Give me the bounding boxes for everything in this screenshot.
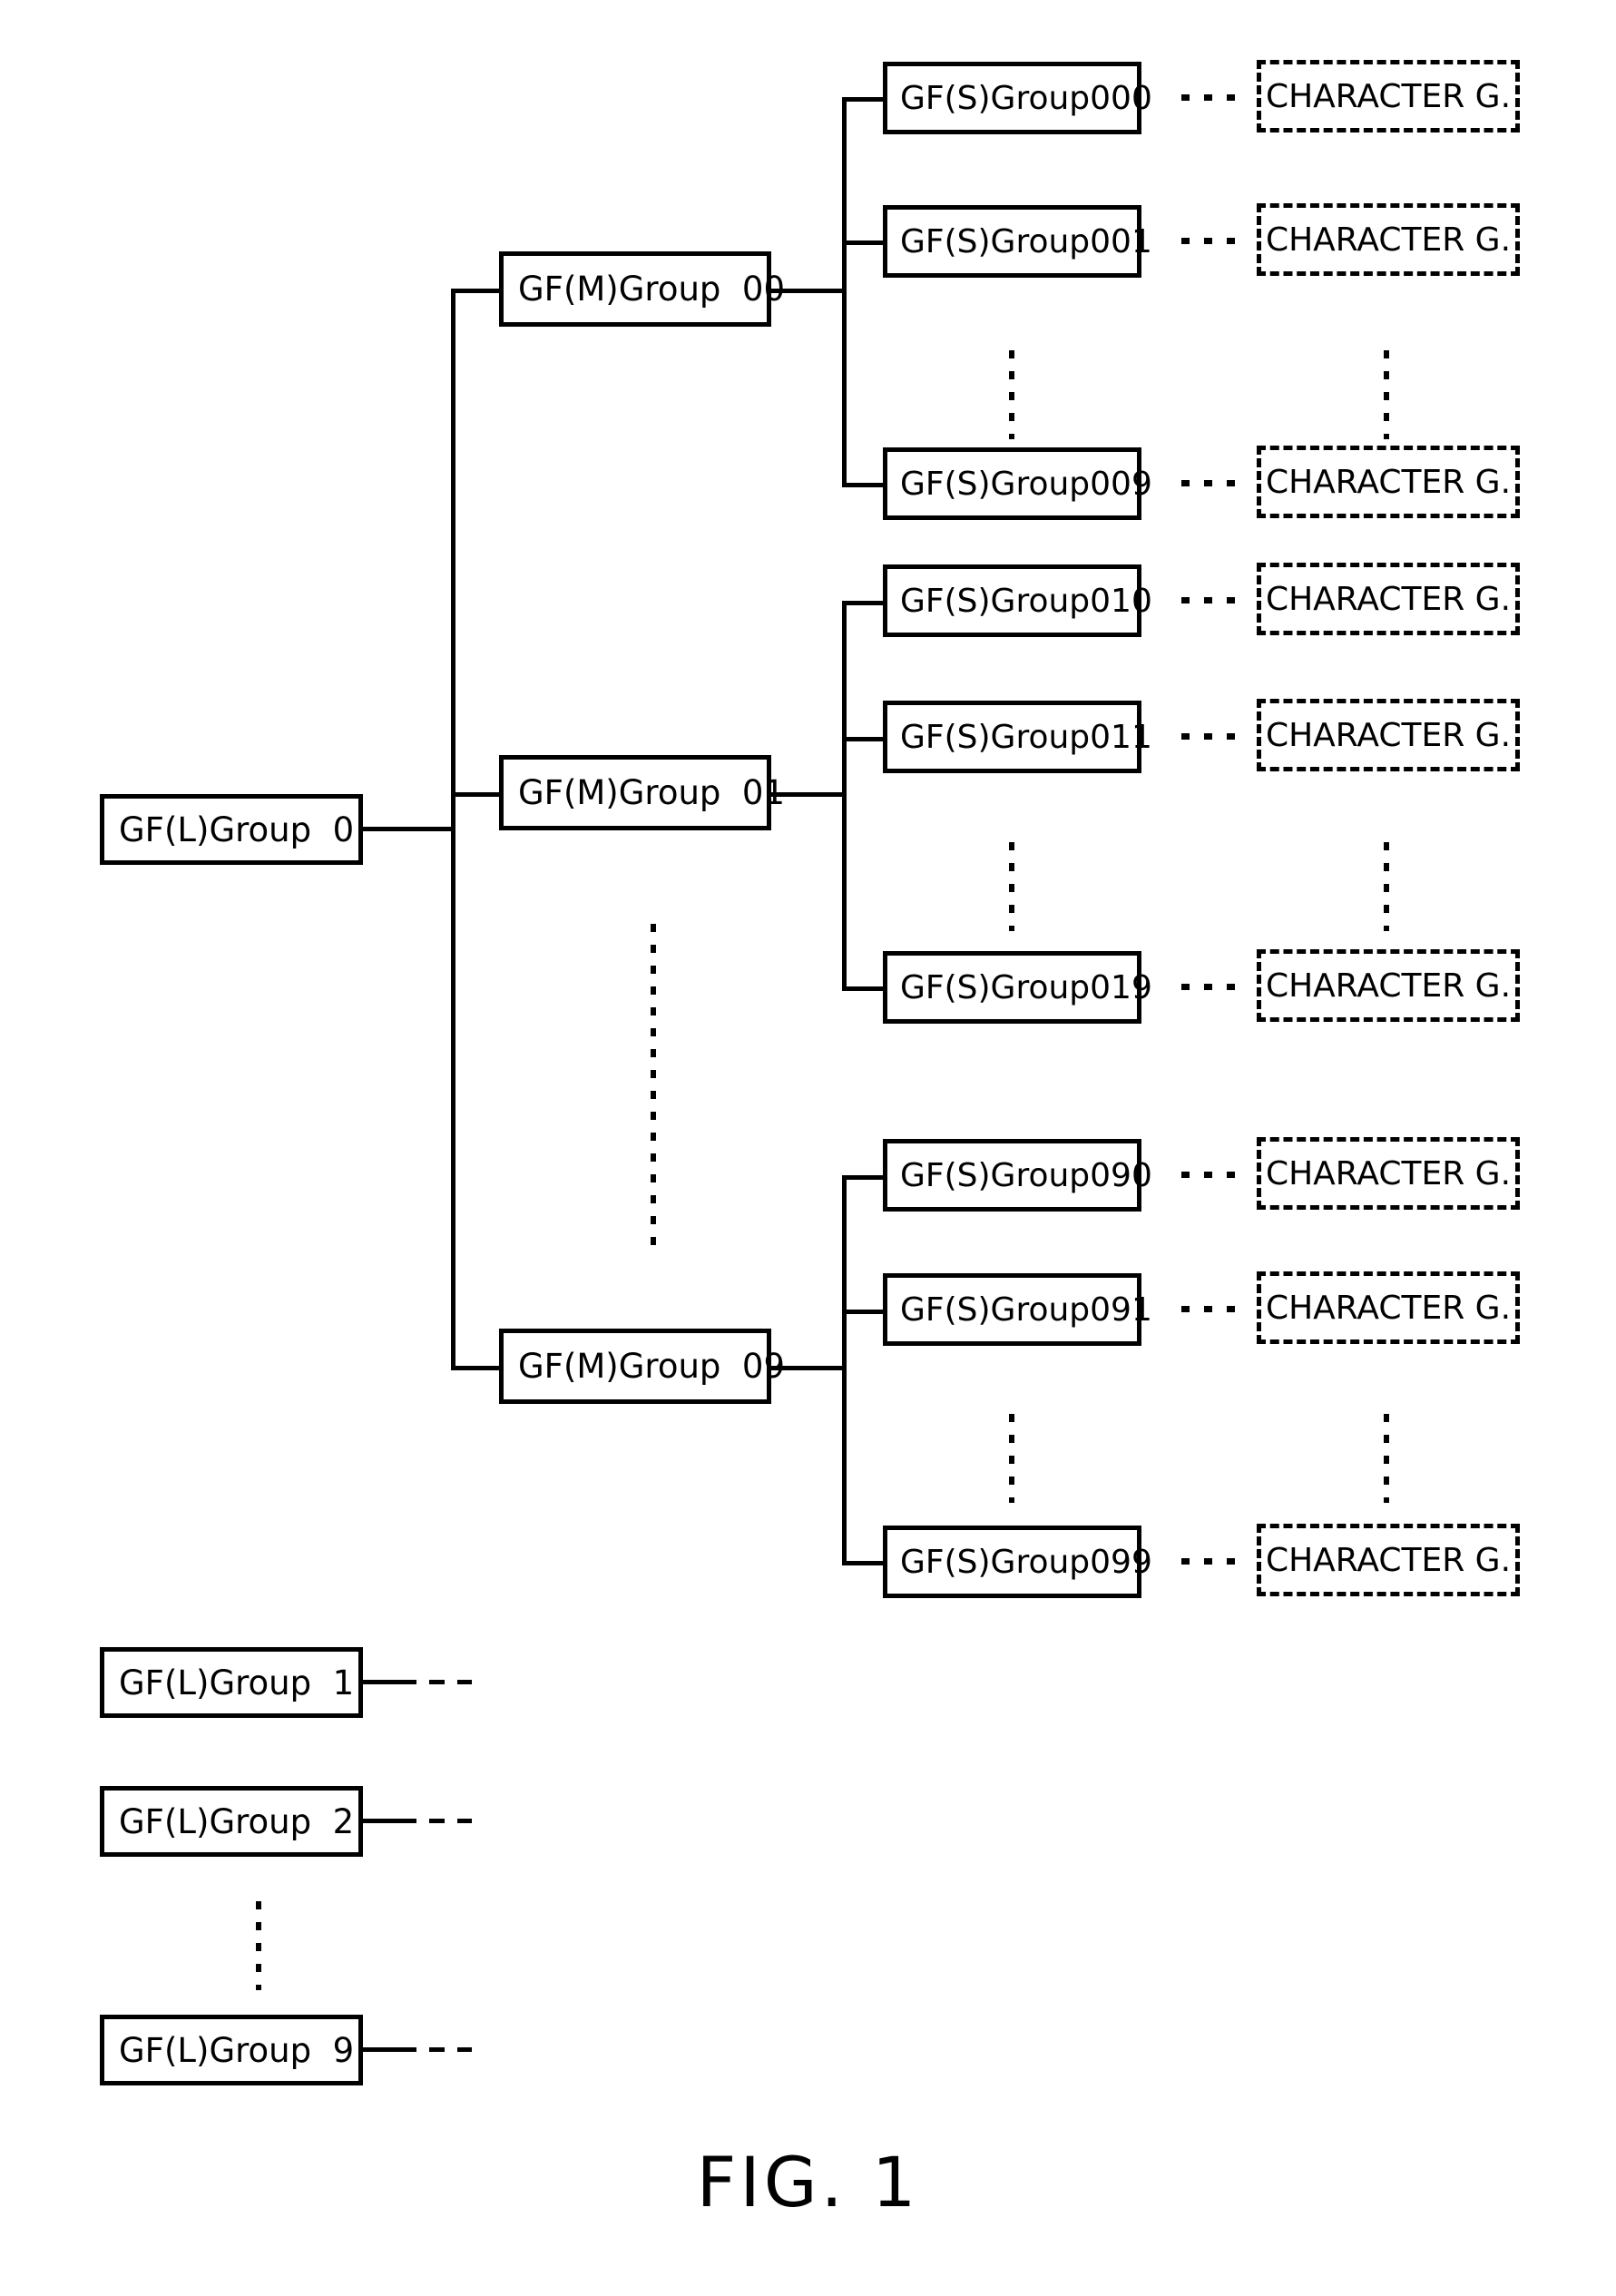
connector-branch-to-gfs-091 bbox=[842, 1310, 886, 1314]
gf-l-group-2-label: GF(L)Group 2 bbox=[119, 1801, 355, 1841]
ellipsis-dots-gfs-091 bbox=[1181, 1306, 1238, 1312]
gf-l-group-0-box[interactable]: GF(L)Group 0 bbox=[100, 794, 363, 865]
vertical-ellipsis-gfs-01 bbox=[1009, 842, 1014, 931]
ellipsis-dots-gfs-000 bbox=[1181, 94, 1238, 101]
connector-trunk-to-gfm-01 bbox=[451, 792, 501, 797]
gf-s-group-011-box[interactable]: GF(S)Group011 bbox=[883, 701, 1152, 773]
character-group-011-label: CHARACTER G. bbox=[1265, 716, 1512, 754]
connector-branch-to-gfs-010 bbox=[842, 601, 886, 605]
gf-l-group-1-box[interactable]: GF(L)Group 1 bbox=[100, 1647, 363, 1718]
connector-branch-to-gfs-019 bbox=[842, 986, 886, 991]
ellipsis-dots-gfs-001 bbox=[1181, 238, 1238, 244]
ellipsis-dots-gfs-099 bbox=[1181, 1558, 1238, 1565]
ellipsis-dots-gfs-019 bbox=[1181, 984, 1238, 990]
character-group-000-label: CHARACTER G. bbox=[1265, 77, 1512, 115]
ellipsis-dots-gfs-010 bbox=[1181, 597, 1238, 603]
vertical-ellipsis-character-09 bbox=[1384, 1414, 1389, 1503]
gf-s-group-091-label: GF(S)Group091 bbox=[900, 1290, 1152, 1329]
gf-s-group-019-box[interactable]: GF(S)Group019 bbox=[883, 951, 1152, 1024]
character-group-011-box[interactable]: CHARACTER G. bbox=[1257, 699, 1520, 771]
dashed-tail-gfl-2 bbox=[401, 1819, 472, 1823]
character-group-091-box[interactable]: CHARACTER G. bbox=[1257, 1271, 1520, 1344]
character-group-099-label: CHARACTER G. bbox=[1265, 1541, 1512, 1579]
connector-gfl-9-stub bbox=[363, 2047, 401, 2052]
gf-l-group-2-box[interactable]: GF(L)Group 2 bbox=[100, 1786, 363, 1857]
connector-gfl-2-stub bbox=[363, 1819, 401, 1823]
ellipsis-dots-gfs-009 bbox=[1181, 480, 1238, 486]
gf-m-group-00-label: GF(M)Group 00 bbox=[518, 270, 785, 309]
connector-gfl-1-stub bbox=[363, 1680, 401, 1684]
dashed-tail-gfl-9 bbox=[401, 2047, 472, 2052]
character-group-099-box[interactable]: CHARACTER G. bbox=[1257, 1524, 1520, 1596]
connector-gfm-01-to-branch bbox=[771, 792, 844, 797]
vertical-ellipsis-gfl bbox=[256, 1901, 261, 1990]
gf-s-group-001-label: GF(S)Group001 bbox=[900, 222, 1152, 260]
character-group-010-box[interactable]: CHARACTER G. bbox=[1257, 563, 1520, 635]
branch-spine-gfm-00 bbox=[842, 97, 847, 487]
character-group-001-label: CHARACTER G. bbox=[1265, 221, 1512, 259]
connector-trunk-to-gfm-09 bbox=[451, 1366, 501, 1370]
ellipsis-dots-gfs-090 bbox=[1181, 1172, 1238, 1178]
character-group-090-label: CHARACTER G. bbox=[1265, 1154, 1512, 1192]
vertical-ellipsis-gfm bbox=[651, 924, 656, 1251]
vertical-ellipsis-gfs-00 bbox=[1009, 350, 1014, 439]
connector-branch-to-gfs-001 bbox=[842, 240, 886, 245]
gf-s-group-090-box[interactable]: GF(S)Group090 bbox=[883, 1139, 1152, 1212]
character-group-001-box[interactable]: CHARACTER G. bbox=[1257, 203, 1520, 276]
gf-s-group-099-box[interactable]: GF(S)Group099 bbox=[883, 1526, 1152, 1598]
gf-s-group-001-box[interactable]: GF(S)Group001 bbox=[883, 205, 1152, 278]
connector-trunk-to-gfm-00 bbox=[451, 289, 501, 293]
vertical-ellipsis-gfs-09 bbox=[1009, 1414, 1014, 1503]
gf-s-group-019-label: GF(S)Group019 bbox=[900, 968, 1152, 1006]
gf-m-group-01-label: GF(M)Group 01 bbox=[518, 773, 785, 812]
connector-branch-to-gfs-090 bbox=[842, 1175, 886, 1180]
connector-gfm-09-to-branch bbox=[771, 1366, 844, 1370]
connector-branch-to-gfs-000 bbox=[842, 97, 886, 102]
character-group-091-label: CHARACTER G. bbox=[1265, 1289, 1512, 1327]
gf-m-group-01-box[interactable]: GF(M)Group 01 bbox=[499, 755, 785, 830]
gf-l-group-0-label: GF(L)Group 0 bbox=[119, 809, 355, 849]
gf-s-group-099-label: GF(S)Group099 bbox=[900, 1543, 1152, 1581]
character-group-019-label: CHARACTER G. bbox=[1265, 966, 1512, 1005]
gf-s-group-000-label: GF(S)Group000 bbox=[900, 79, 1152, 117]
figure-1-diagram: GF(L)Group 0 GF(M)Group 00 GF(S)Group000… bbox=[0, 0, 1616, 2296]
gf-m-group-09-label: GF(M)Group 09 bbox=[518, 1347, 785, 1386]
gf-l-group-9-box[interactable]: GF(L)Group 9 bbox=[100, 2015, 363, 2085]
gf-s-group-010-label: GF(S)Group010 bbox=[900, 582, 1152, 620]
character-group-019-box[interactable]: CHARACTER G. bbox=[1257, 949, 1520, 1022]
connector-root-to-trunk bbox=[363, 827, 454, 831]
gf-l-group-9-label: GF(L)Group 9 bbox=[119, 2030, 355, 2070]
dashed-tail-gfl-1 bbox=[401, 1680, 472, 1684]
gf-s-group-090-label: GF(S)Group090 bbox=[900, 1156, 1152, 1194]
gf-s-group-091-box[interactable]: GF(S)Group091 bbox=[883, 1273, 1152, 1346]
gf-m-group-09-box[interactable]: GF(M)Group 09 bbox=[499, 1329, 785, 1404]
vertical-ellipsis-character-00 bbox=[1384, 350, 1389, 439]
gf-s-group-000-box[interactable]: GF(S)Group000 bbox=[883, 62, 1152, 134]
figure-caption: FIG. 1 bbox=[696, 2142, 920, 2222]
connector-branch-to-gfs-009 bbox=[842, 483, 886, 487]
gf-s-group-009-box[interactable]: GF(S)Group009 bbox=[883, 447, 1152, 520]
gf-s-group-010-box[interactable]: GF(S)Group010 bbox=[883, 564, 1152, 637]
gf-l-group-1-label: GF(L)Group 1 bbox=[119, 1663, 355, 1702]
character-group-010-label: CHARACTER G. bbox=[1265, 580, 1512, 618]
connector-branch-to-gfs-099 bbox=[842, 1561, 886, 1565]
connector-branch-to-gfs-011 bbox=[842, 737, 886, 741]
character-group-009-label: CHARACTER G. bbox=[1265, 463, 1512, 501]
character-group-009-box[interactable]: CHARACTER G. bbox=[1257, 446, 1520, 518]
character-group-000-box[interactable]: CHARACTER G. bbox=[1257, 60, 1520, 132]
connector-gfm-00-to-branch bbox=[771, 289, 844, 293]
branch-spine-gfm-01 bbox=[842, 601, 847, 991]
character-group-090-box[interactable]: CHARACTER G. bbox=[1257, 1137, 1520, 1210]
ellipsis-dots-gfs-011 bbox=[1181, 733, 1238, 740]
gf-s-group-009-label: GF(S)Group009 bbox=[900, 465, 1152, 503]
gf-m-group-00-box[interactable]: GF(M)Group 00 bbox=[499, 251, 785, 327]
branch-spine-gfm-09 bbox=[842, 1175, 847, 1565]
gf-s-group-011-label: GF(S)Group011 bbox=[900, 718, 1152, 756]
vertical-ellipsis-character-01 bbox=[1384, 842, 1389, 931]
connector-main-trunk bbox=[451, 289, 455, 1369]
